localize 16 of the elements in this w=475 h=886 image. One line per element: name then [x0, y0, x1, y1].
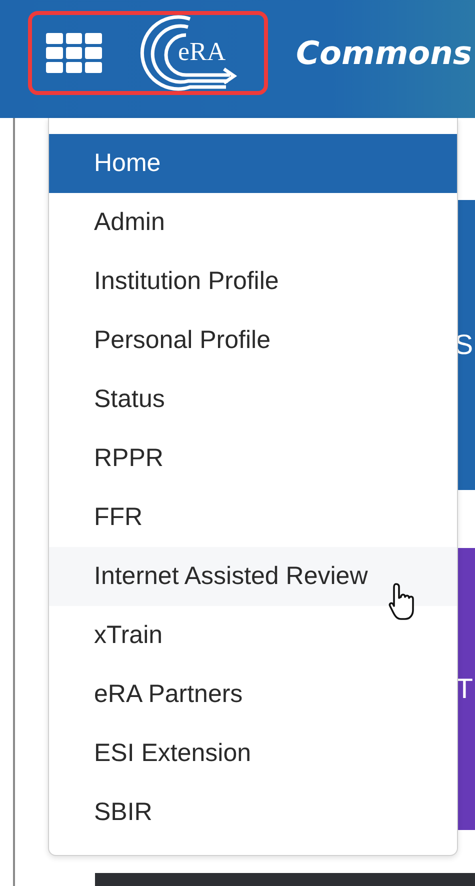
logo-arcs-icon	[140, 15, 238, 91]
menu-item[interactable]: Institution Profile	[49, 252, 457, 311]
menu-item[interactable]: xTrain	[49, 606, 457, 665]
menu-item[interactable]: FFR	[49, 488, 457, 547]
menu-item[interactable]: RPPR	[49, 429, 457, 488]
menu-item[interactable]: eRA Partners	[49, 665, 457, 724]
menu-item[interactable]: Home	[49, 134, 457, 193]
menu-item[interactable]: Personal Profile	[49, 311, 457, 370]
partial-text: T	[456, 675, 473, 703]
app-title: Commons	[296, 34, 472, 72]
menu-item[interactable]: Status	[49, 370, 457, 429]
menu-item[interactable]: SBIR	[49, 783, 457, 842]
menu-item[interactable]: ESI Extension	[49, 724, 457, 783]
app-grid-icon[interactable]	[46, 33, 102, 73]
logo-text: eRA	[178, 37, 226, 66]
menu-item[interactable]: Admin	[49, 193, 457, 252]
